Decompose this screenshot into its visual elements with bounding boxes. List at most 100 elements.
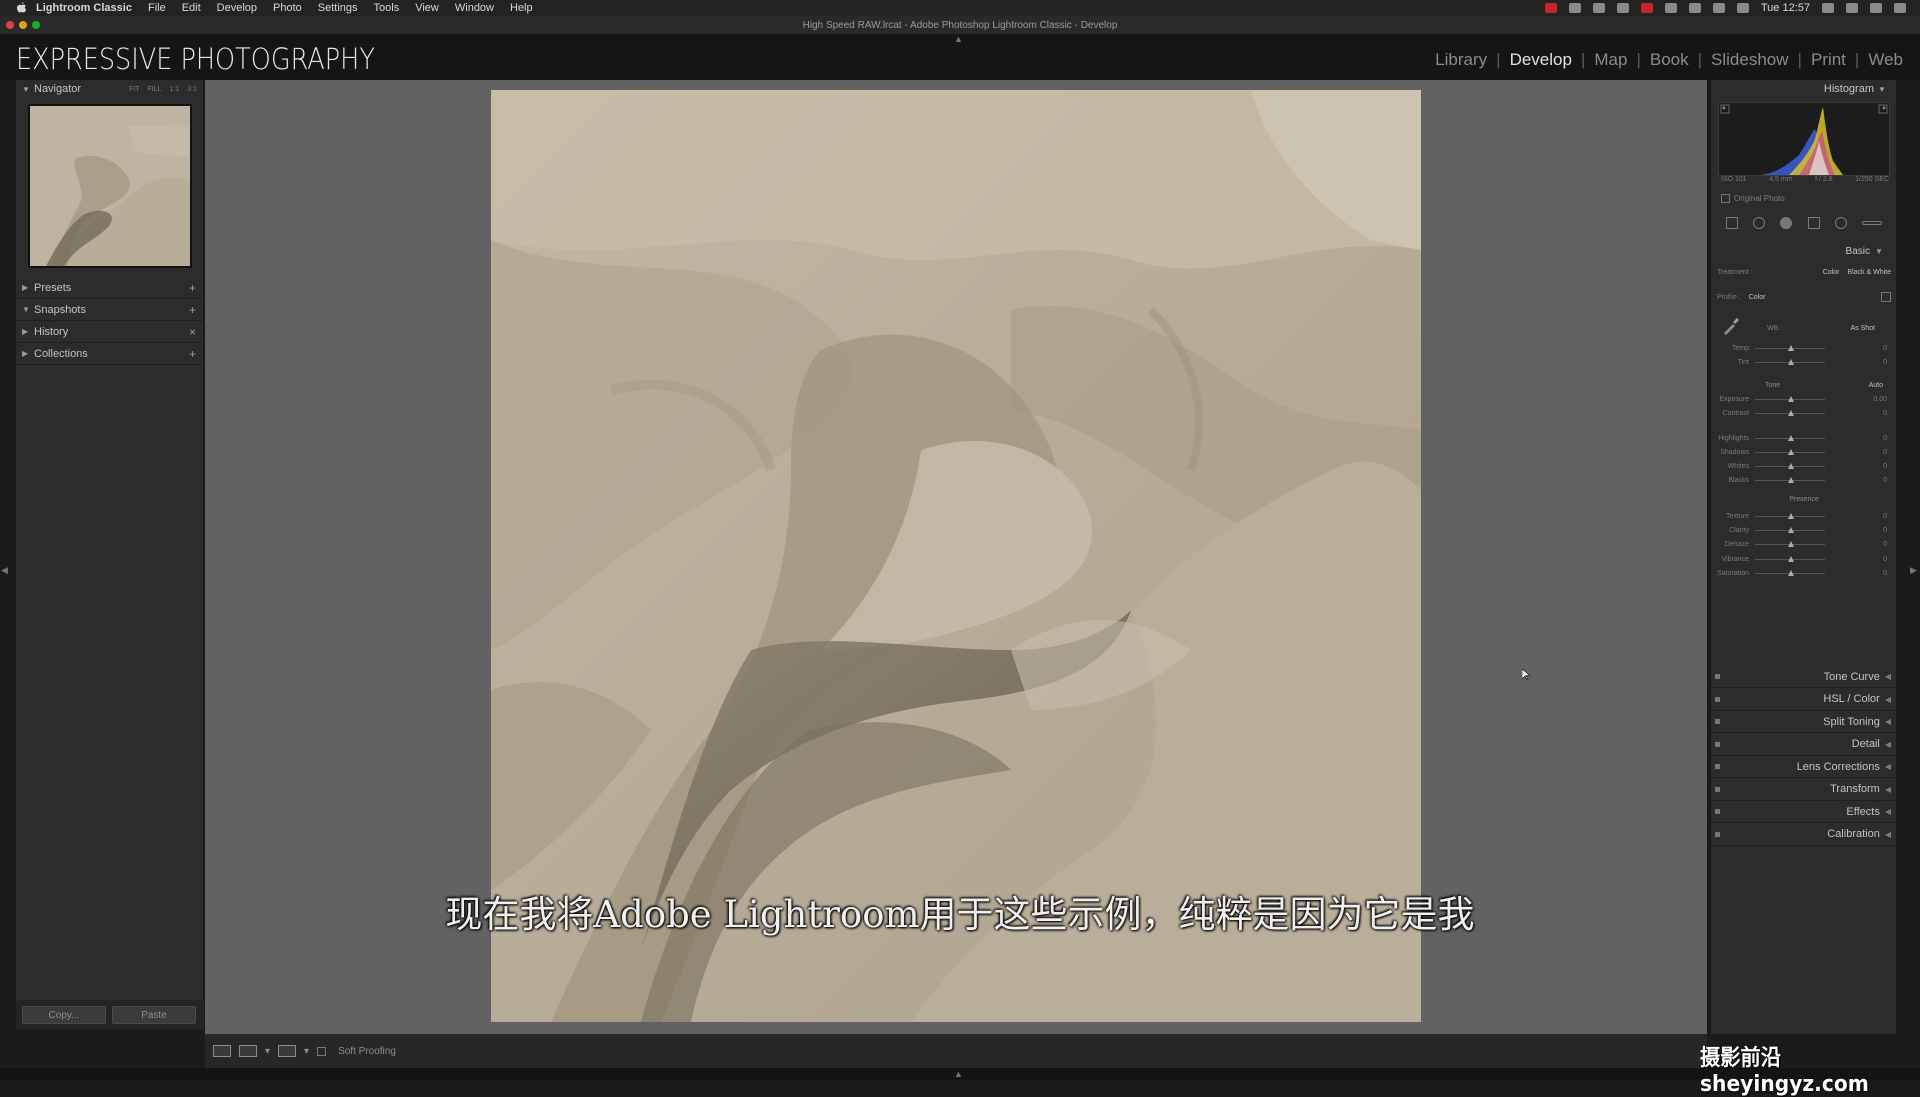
treatment-color-option[interactable]: Color <box>1823 269 1840 276</box>
slider-value[interactable]: 0 <box>1883 435 1891 442</box>
panel-tone-curve[interactable]: Tone Curve ◀ <box>1711 666 1897 688</box>
loupe-view-icon[interactable] <box>213 1045 231 1057</box>
presets-panel-header[interactable]: ▶ Presets + <box>16 277 204 299</box>
menu-file[interactable]: File <box>148 2 166 14</box>
menubar-clock[interactable]: Tue 12:57 <box>1761 2 1810 14</box>
apple-icon[interactable] <box>14 1 28 15</box>
zoom-fit[interactable]: FIT <box>129 86 140 93</box>
treatment-bw-option[interactable]: Black & White <box>1847 269 1891 276</box>
slider-blacks[interactable]: Blacks 0 <box>1717 475 1891 486</box>
add-collection-button[interactable]: + <box>189 347 204 361</box>
menu-help[interactable]: Help <box>510 2 533 14</box>
zoom-window-icon[interactable] <box>32 21 40 29</box>
original-photo-toggle[interactable]: Original Photo <box>1721 194 1785 203</box>
time-machine-icon[interactable] <box>1664 3 1677 13</box>
panel-split-toning[interactable]: Split Toning ◀ <box>1711 711 1897 733</box>
swap-view-icon[interactable] <box>278 1045 297 1057</box>
slider-track[interactable] <box>1755 359 1825 365</box>
panel-transform[interactable]: Transform ◀ <box>1711 779 1897 801</box>
slider-knob[interactable] <box>1788 435 1794 441</box>
zoom-fill[interactable]: FILL <box>148 86 162 93</box>
slider-dehaze[interactable]: Dehaze 0 <box>1717 539 1891 550</box>
collections-panel-header[interactable]: ▶ Collections + <box>16 343 204 365</box>
panel-switch-icon[interactable] <box>1715 719 1720 724</box>
slider-track[interactable] <box>1755 410 1825 416</box>
display-tray-icon[interactable] <box>1592 3 1605 13</box>
wifi-icon[interactable] <box>1712 3 1725 13</box>
panel-switch-icon[interactable] <box>1715 674 1720 679</box>
slider-track[interactable] <box>1755 570 1825 576</box>
slider-knob[interactable] <box>1788 345 1794 351</box>
slider-saturation[interactable]: Saturation 0 <box>1717 568 1891 579</box>
slider-knob[interactable] <box>1788 527 1794 533</box>
slider-value[interactable]: 0 <box>1883 513 1891 520</box>
menu-tools[interactable]: Tools <box>374 2 400 14</box>
tools-tray-icon[interactable] <box>1568 3 1581 13</box>
slider-knob[interactable] <box>1788 556 1794 562</box>
slider-value[interactable]: 0 <box>1883 541 1891 548</box>
slider-shadows[interactable]: Shadows 0 <box>1717 447 1891 458</box>
panel-effects[interactable]: Effects ◀ <box>1711 801 1897 823</box>
record-tray-icon[interactable] <box>1640 3 1653 13</box>
slider-value[interactable]: 0 <box>1883 570 1891 577</box>
slider-whites[interactable]: Whites 0 <box>1717 461 1891 472</box>
panel-detail[interactable]: Detail ◀ <box>1711 734 1897 756</box>
slider-track[interactable] <box>1755 527 1825 533</box>
module-map[interactable]: Map <box>1585 50 1636 70</box>
minimize-window-icon[interactable] <box>19 21 27 29</box>
bluetooth-icon[interactable] <box>1688 3 1701 13</box>
slider-track[interactable] <box>1755 449 1825 455</box>
profile-browser-icon[interactable] <box>1881 292 1891 302</box>
highlight-clipping-icon[interactable]: ▲ <box>1881 105 1887 111</box>
slider-knob[interactable] <box>1788 410 1794 416</box>
slider-value[interactable]: 0 <box>1883 477 1891 484</box>
wb-select[interactable]: As Shot <box>1850 325 1875 332</box>
top-panel-toggle-icon[interactable]: ▲ <box>954 34 963 44</box>
slider-value[interactable]: 0 <box>1883 449 1891 456</box>
histogram-chart[interactable]: ▲ ▲ <box>1718 102 1890 176</box>
panel-switch-icon[interactable] <box>1715 741 1720 747</box>
snapshots-panel-header[interactable]: ▼ Snapshots + <box>16 299 204 321</box>
notification-center-icon[interactable] <box>1894 3 1906 13</box>
slider-knob[interactable] <box>1788 463 1794 469</box>
histogram-header[interactable]: Histogram ▼ <box>1711 80 1896 98</box>
history-panel-header[interactable]: ▶ History × <box>16 321 204 343</box>
slider-value[interactable]: 0 <box>1883 463 1891 470</box>
slider-contrast[interactable]: Contrast 0 <box>1717 408 1891 419</box>
slider-track[interactable] <box>1755 513 1825 519</box>
clear-history-button[interactable]: × <box>189 325 204 339</box>
slider-value[interactable]: 0 <box>1883 359 1891 366</box>
filmstrip-toggle-icon[interactable]: ▲ <box>954 1069 963 1079</box>
panel-switch-icon[interactable] <box>1715 786 1720 792</box>
panel-switch-icon[interactable] <box>1715 831 1720 837</box>
slider-clarity[interactable]: Clarity 0 <box>1717 525 1891 536</box>
slider-texture[interactable]: Texture 0 <box>1717 511 1891 522</box>
swap-dropdown-icon[interactable]: ▾ <box>304 1046 309 1057</box>
auto-tone-button[interactable]: Auto <box>1869 382 1883 389</box>
module-library[interactable]: Library <box>1426 50 1496 70</box>
cloud-tray-icon[interactable] <box>1616 3 1629 13</box>
adjustment-brush-icon[interactable] <box>1862 221 1883 225</box>
slider-value[interactable]: 0 <box>1883 345 1891 352</box>
zoom-3-1[interactable]: 3:1 <box>187 86 197 93</box>
slider-highlights[interactable]: Highlights 0 <box>1717 433 1891 444</box>
slider-track[interactable] <box>1755 556 1825 562</box>
slider-value[interactable]: 0.00 <box>1873 396 1891 403</box>
soft-proofing-checkbox[interactable] <box>317 1046 327 1056</box>
slider-knob[interactable] <box>1788 396 1794 402</box>
add-preset-button[interactable]: + <box>189 281 204 295</box>
panel-calibration[interactable]: Calibration ◀ <box>1711 824 1897 846</box>
photo-sand-dunes[interactable] <box>491 90 1421 1022</box>
basic-panel-header[interactable]: Basic ▼ <box>1711 242 1897 260</box>
slider-value[interactable]: 0 <box>1883 527 1891 534</box>
slider-knob[interactable] <box>1788 449 1794 455</box>
copy-settings-button[interactable]: Copy... <box>22 1006 106 1024</box>
module-book[interactable]: Book <box>1641 50 1698 70</box>
slider-knob[interactable] <box>1788 541 1794 547</box>
add-snapshot-button[interactable]: + <box>189 303 204 317</box>
menu-edit[interactable]: Edit <box>182 2 201 14</box>
slider-tint[interactable]: Tint 0 <box>1717 357 1891 368</box>
panel-lens-corrections[interactable]: Lens Corrections ◀ <box>1711 756 1897 778</box>
shadow-clipping-icon[interactable]: ▲ <box>1721 105 1727 111</box>
paste-settings-button[interactable]: Paste <box>112 1006 196 1024</box>
